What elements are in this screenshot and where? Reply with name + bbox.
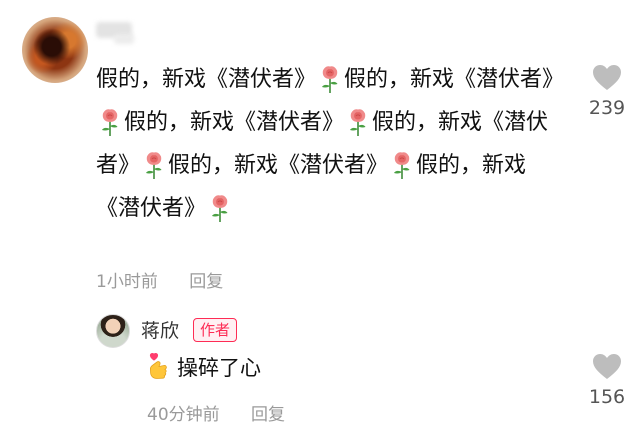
reply-username[interactable]: 蒋欣 xyxy=(141,316,179,343)
reply-time: 40分钟前 xyxy=(147,405,220,425)
heart-icon[interactable] xyxy=(592,353,622,380)
rose-icon xyxy=(102,109,118,136)
avatar[interactable] xyxy=(22,17,88,83)
reply-avatar[interactable] xyxy=(96,314,130,348)
comment-text-segment: 假的，新戏《潜伏者》 xyxy=(344,67,565,92)
comment-text-segment: 假的，新戏《潜伏者》 xyxy=(96,67,317,92)
reply-button[interactable]: 回复 xyxy=(189,272,223,292)
reply-reply-button[interactable]: 回复 xyxy=(251,405,285,425)
reply-like-button[interactable]: 156 xyxy=(577,353,637,408)
heart-hand-icon xyxy=(149,352,167,379)
rose-icon xyxy=(146,152,162,179)
like-button[interactable]: 239 xyxy=(577,64,637,119)
reply-text-content: 操碎了心 xyxy=(177,356,261,380)
reply-like-count: 156 xyxy=(588,386,626,408)
comment-meta: 1小时前 回复 xyxy=(96,267,223,292)
reply-meta: 40分钟前 回复 xyxy=(147,400,285,425)
author-badge: 作者 xyxy=(193,318,238,342)
comment-text-segment: 假的，新戏《潜伏者》 xyxy=(168,153,389,178)
rose-icon xyxy=(350,109,366,136)
heart-icon[interactable] xyxy=(592,64,622,91)
comment-time: 1小时前 xyxy=(96,272,158,292)
like-count: 239 xyxy=(588,97,626,119)
rose-icon xyxy=(394,152,410,179)
comment-text-segment: 假的，新戏《潜伏者》 xyxy=(124,110,345,135)
reply-text: 操碎了心 xyxy=(147,352,261,382)
username-blurred-part xyxy=(114,34,134,44)
rose-icon xyxy=(322,66,338,93)
comment-text: 假的，新戏《潜伏者》 假的，新戏《潜伏者》假的，新戏《潜伏者》 假的，新戏《潜伏者》… xyxy=(96,58,566,230)
rose-icon xyxy=(212,195,228,222)
